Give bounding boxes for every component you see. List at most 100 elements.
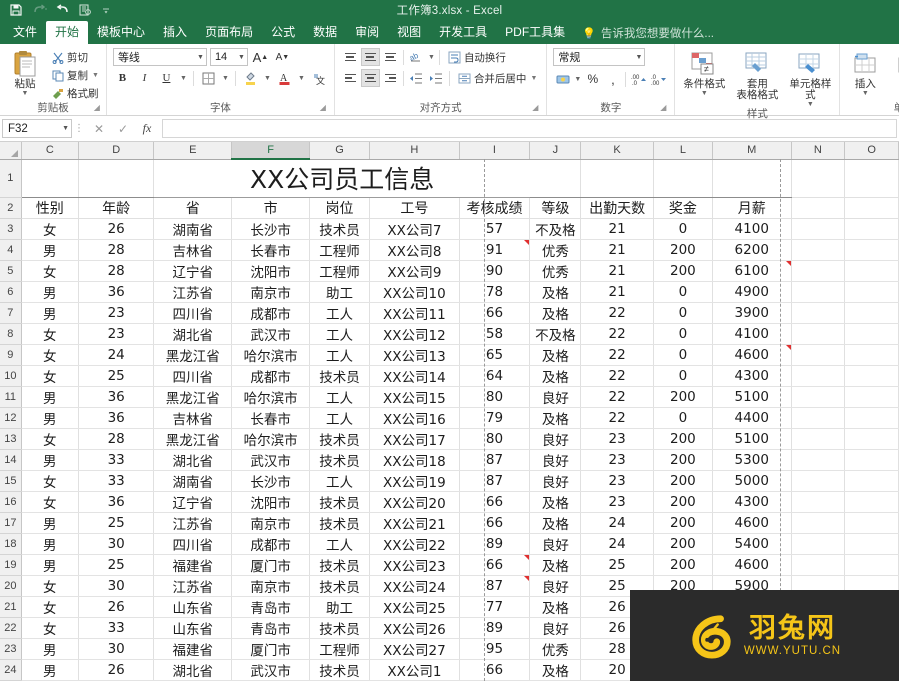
cell-I11[interactable]: 80 xyxy=(459,386,531,408)
cell-I14[interactable]: 87 xyxy=(459,449,531,471)
cell-O1[interactable] xyxy=(844,159,899,198)
cell-N9[interactable] xyxy=(791,344,846,366)
cell-D22[interactable]: 33 xyxy=(78,617,155,639)
cell-O9[interactable] xyxy=(844,344,899,366)
cell-H12[interactable]: XX公司16 xyxy=(369,407,460,429)
font-size-combo[interactable]: 14 ▼ xyxy=(209,48,248,66)
row-header-24[interactable]: 24 xyxy=(0,659,22,681)
cell-O3[interactable] xyxy=(844,218,899,240)
ribbon-tabs[interactable]: 文件 开始 模板中心 插入 页面布局 公式 数据 审阅 视图 开发工具 PDF工… xyxy=(0,20,899,44)
cell-F11[interactable]: 哈尔滨市 xyxy=(231,386,310,408)
cell-C5[interactable]: 女 xyxy=(21,260,79,282)
cell-F4[interactable]: 长春市 xyxy=(231,239,310,261)
cell-F8[interactable]: 武汉市 xyxy=(231,323,310,345)
delete-cells-button[interactable]: 删除 ▼ xyxy=(888,48,899,97)
cell-I8[interactable]: 58 xyxy=(459,323,531,345)
table-row[interactable]: 11 男 36 黑龙江省 哈尔滨市 工人 XX公司15 80 良好 22 200 5100 xyxy=(0,386,899,408)
cell-G3[interactable]: 技术员 xyxy=(309,218,371,240)
column-header-F[interactable]: F xyxy=(231,142,310,160)
cell-E1-title[interactable]: XX公司员工信息 xyxy=(153,159,530,198)
cell-H2[interactable]: 工号 xyxy=(369,197,460,219)
cell-H18[interactable]: XX公司22 xyxy=(369,533,460,555)
cell-L16[interactable]: 200 xyxy=(653,491,713,513)
cell-D1[interactable] xyxy=(78,159,155,198)
table-row[interactable]: 4 男 28 吉林省 长春市 工程师 XX公司8 91 优秀 21 200 6200 xyxy=(0,239,899,261)
copy-button[interactable]: 复制 ▼ xyxy=(48,67,102,84)
cell-E4[interactable]: 吉林省 xyxy=(153,239,233,261)
cell-G9[interactable]: 工人 xyxy=(309,344,371,366)
column-header-M[interactable]: M xyxy=(712,142,792,160)
cell-F22[interactable]: 青岛市 xyxy=(231,617,310,639)
cell-J11[interactable]: 良好 xyxy=(529,386,582,408)
row-header-4[interactable]: 4 xyxy=(0,239,22,261)
cell-K13[interactable]: 23 xyxy=(580,428,654,450)
font-name-dropdown-icon[interactable]: ▼ xyxy=(193,54,204,61)
font-dialog-launcher[interactable]: ◢ xyxy=(320,101,326,114)
select-all-corner[interactable] xyxy=(0,142,22,160)
cell-H9[interactable]: XX公司13 xyxy=(369,344,460,366)
cell-N8[interactable] xyxy=(791,323,846,345)
cell-F23[interactable]: 厦门市 xyxy=(231,638,310,660)
cell-H6[interactable]: XX公司10 xyxy=(369,281,460,303)
cell-K18[interactable]: 24 xyxy=(580,533,654,555)
cell-K11[interactable]: 22 xyxy=(580,386,654,408)
table-row[interactable]: 19 男 25 福建省 厦门市 技术员 XX公司23 66 及格 25 200 4600 xyxy=(0,554,899,576)
orientation-dropdown-icon[interactable]: ▼ xyxy=(427,48,436,66)
cell-H5[interactable]: XX公司9 xyxy=(369,260,460,282)
table-row[interactable]: 9 女 24 黑龙江省 哈尔滨市 工人 XX公司13 65 及格 22 0 4600 xyxy=(0,344,899,366)
cell-G10[interactable]: 技术员 xyxy=(309,365,371,387)
cell-E21[interactable]: 山东省 xyxy=(153,596,233,618)
cell-L2[interactable]: 奖金 xyxy=(653,197,713,219)
column-header-N[interactable]: N xyxy=(791,142,846,160)
cell-I24[interactable]: 66 xyxy=(459,659,531,681)
cell-G17[interactable]: 技术员 xyxy=(309,512,371,534)
cell-K8[interactable]: 22 xyxy=(580,323,654,345)
cell-J21[interactable]: 及格 xyxy=(529,596,582,618)
cell-L13[interactable]: 200 xyxy=(653,428,713,450)
cell-J9[interactable]: 及格 xyxy=(529,344,582,366)
cell-N13[interactable] xyxy=(791,428,846,450)
cell-K6[interactable]: 21 xyxy=(580,281,654,303)
paste-dropdown-icon[interactable]: ▼ xyxy=(22,90,29,97)
cell-D13[interactable]: 28 xyxy=(78,428,155,450)
cell-N2[interactable] xyxy=(791,197,846,219)
decrease-indent-button[interactable] xyxy=(407,69,426,87)
column-header-C[interactable]: C xyxy=(21,142,79,160)
cell-F20[interactable]: 南京市 xyxy=(231,575,310,597)
cell-C8[interactable]: 女 xyxy=(21,323,79,345)
cell-H23[interactable]: XX公司27 xyxy=(369,638,460,660)
tab-review[interactable]: 审阅 xyxy=(346,21,388,44)
cell-F18[interactable]: 成都市 xyxy=(231,533,310,555)
cell-G15[interactable]: 工人 xyxy=(309,470,371,492)
cell-F17[interactable]: 南京市 xyxy=(231,512,310,534)
cell-N11[interactable] xyxy=(791,386,846,408)
cell-N19[interactable] xyxy=(791,554,846,576)
cell-G24[interactable]: 技术员 xyxy=(309,659,371,681)
percent-format-button[interactable]: % xyxy=(583,70,602,88)
cell-G23[interactable]: 工程师 xyxy=(309,638,371,660)
cell-styles-button[interactable]: 单元格样式 ▼ xyxy=(785,48,835,108)
merge-center-button[interactable]: 合并后居中 ▼ xyxy=(455,70,540,87)
tab-insert[interactable]: 插入 xyxy=(154,21,196,44)
cell-C20[interactable]: 女 xyxy=(21,575,79,597)
cell-E17[interactable]: 江苏省 xyxy=(153,512,233,534)
cell-F2[interactable]: 市 xyxy=(231,197,310,219)
cell-I7[interactable]: 66 xyxy=(459,302,531,324)
tab-formulas[interactable]: 公式 xyxy=(262,21,304,44)
cell-N3[interactable] xyxy=(791,218,846,240)
cell-F9[interactable]: 哈尔滨市 xyxy=(231,344,310,366)
cell-G12[interactable]: 工人 xyxy=(309,407,371,429)
tab-view[interactable]: 视图 xyxy=(388,21,430,44)
cell-F15[interactable]: 长沙市 xyxy=(231,470,310,492)
table-row[interactable]: 17 男 25 江苏省 南京市 技术员 XX公司21 66 及格 24 200 4600 xyxy=(0,512,899,534)
cell-E16[interactable]: 辽宁省 xyxy=(153,491,233,513)
cell-D7[interactable]: 23 xyxy=(78,302,155,324)
cell-G21[interactable]: 助工 xyxy=(309,596,371,618)
number-format-combo[interactable]: 常规 ▼ xyxy=(553,48,646,66)
cell-G8[interactable]: 工人 xyxy=(309,323,371,345)
table-row[interactable]: 3 女 26 湖南省 长沙市 技术员 XX公司7 57 不及格 21 0 4100 xyxy=(0,218,899,240)
cell-E12[interactable]: 吉林省 xyxy=(153,407,233,429)
cell-O5[interactable] xyxy=(844,260,899,282)
cell-D2[interactable]: 年龄 xyxy=(78,197,155,219)
align-left-button[interactable] xyxy=(341,69,360,87)
